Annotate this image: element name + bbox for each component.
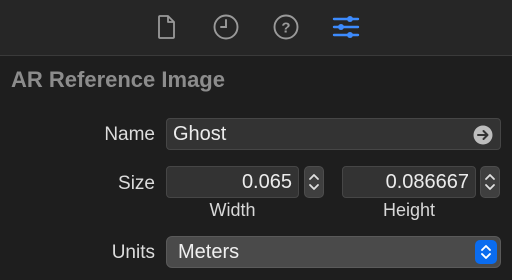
height-caption: Height — [382, 200, 436, 220]
arrow-right-circle-icon[interactable] — [473, 125, 493, 151]
name-label: Name — [104, 124, 155, 145]
height-field[interactable]: 0.086667 — [342, 166, 476, 198]
svg-text:?: ? — [281, 20, 290, 37]
inspector-toolbar: ? — [0, 0, 512, 56]
units-value: Meters — [178, 241, 240, 263]
name-value: Ghost — [173, 123, 227, 145]
height-value: 0.086667 — [385, 171, 469, 193]
width-field[interactable]: 0.065 — [166, 166, 299, 198]
size-label: Size — [118, 173, 155, 194]
name-field[interactable]: Ghost — [166, 118, 501, 150]
section-title: AR Reference Image — [11, 67, 225, 92]
units-popup[interactable]: Meters — [166, 236, 501, 268]
file-icon[interactable] — [151, 12, 181, 42]
help-icon[interactable]: ? — [271, 12, 301, 42]
attributes-icon[interactable] — [331, 12, 361, 42]
units-label: Units — [111, 242, 155, 263]
width-stepper[interactable] — [304, 166, 324, 198]
width-caption: Width — [209, 200, 256, 220]
history-icon[interactable] — [211, 12, 241, 42]
chevron-up-down-icon[interactable] — [475, 240, 497, 264]
width-value: 0.065 — [241, 171, 292, 193]
height-stepper[interactable] — [480, 166, 500, 198]
